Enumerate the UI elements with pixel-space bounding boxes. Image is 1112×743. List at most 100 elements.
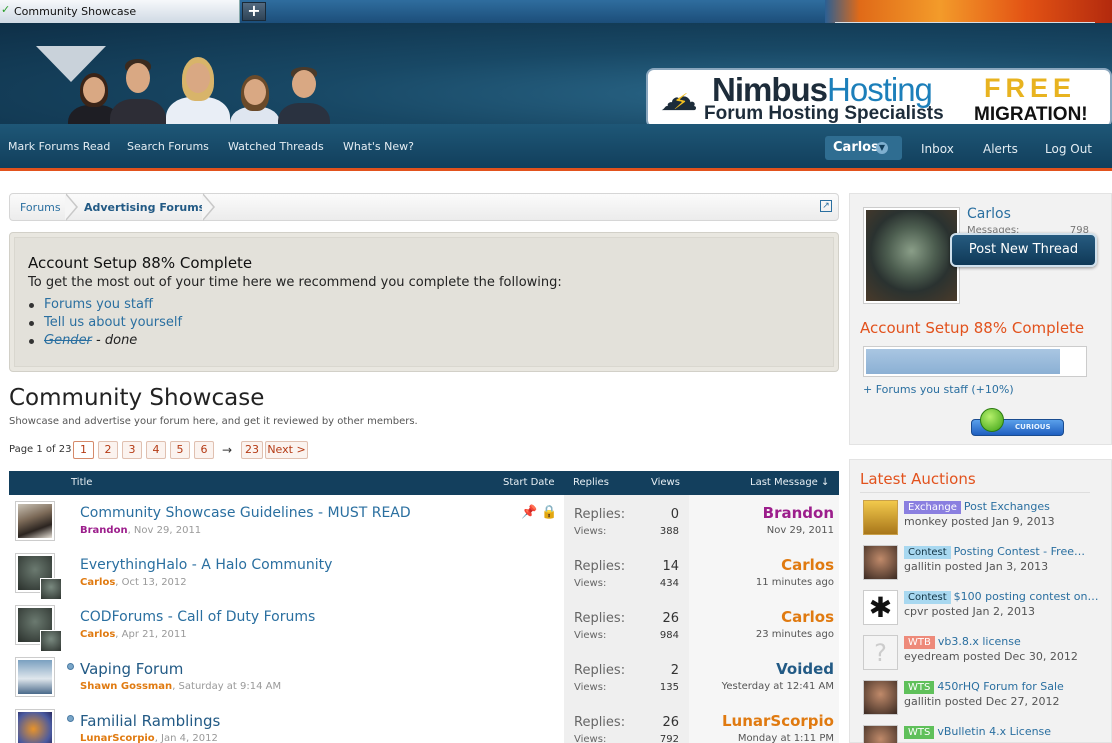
page-link-6[interactable]: 6 bbox=[194, 441, 214, 459]
thread-row: Vaping Forum Shawn Gossman, Saturday at … bbox=[9, 651, 839, 703]
page-link-4[interactable]: 4 bbox=[146, 441, 166, 459]
page-skip-arrow[interactable]: → bbox=[222, 442, 232, 458]
thread-author[interactable]: Brandon bbox=[80, 525, 128, 536]
column-title[interactable]: Title bbox=[71, 471, 92, 495]
last-message-user[interactable]: Carlos bbox=[781, 608, 834, 626]
post-new-thread-button[interactable]: Post New Thread bbox=[950, 233, 1097, 267]
page-link-3[interactable]: 3 bbox=[122, 441, 142, 459]
auction-item: ? WTB vb3.8.x license eyedream posted Dec… bbox=[850, 632, 1112, 677]
avatar[interactable] bbox=[863, 725, 898, 743]
last-message-user[interactable]: LunarScorpio bbox=[722, 712, 834, 730]
notice-link-tell-us-about-yourself[interactable]: Tell us about yourself bbox=[44, 315, 182, 330]
auction-tag: WTS bbox=[904, 681, 935, 694]
thread-title[interactable]: EverythingHalo - A Halo Community bbox=[80, 557, 332, 574]
notice-link-gender[interactable]: Gender bbox=[44, 333, 92, 348]
page-link-2[interactable]: 2 bbox=[98, 441, 118, 459]
page-link-last[interactable]: 23 bbox=[241, 441, 263, 459]
auction-user[interactable]: cpvr bbox=[904, 605, 928, 618]
thread-main-cell: EverythingHalo - A Halo Community Carlos… bbox=[9, 547, 564, 600]
auction-user[interactable]: monkey bbox=[904, 515, 948, 528]
last-message-time[interactable]: Monday at 1:11 PM bbox=[738, 733, 834, 743]
avatar[interactable] bbox=[15, 709, 55, 743]
last-message-user[interactable]: Brandon bbox=[763, 504, 834, 522]
avatar[interactable]: ✱ bbox=[863, 590, 898, 625]
avatar[interactable] bbox=[15, 605, 62, 652]
thread-author[interactable]: LunarScorpio bbox=[80, 733, 155, 743]
jump-menu-icon[interactable]: ↗ bbox=[820, 200, 832, 212]
thread-title[interactable]: Familial Ramblings bbox=[80, 713, 220, 730]
nav-inbox[interactable]: Inbox bbox=[921, 141, 954, 157]
auction-title[interactable]: $100 posting contest on… bbox=[954, 590, 1099, 603]
thread-title[interactable]: Community Showcase Guidelines - MUST REA… bbox=[80, 505, 411, 522]
visitor-username[interactable]: Carlos bbox=[967, 206, 1011, 223]
views-label: Views: bbox=[574, 630, 607, 641]
last-message-user[interactable]: Carlos bbox=[781, 556, 834, 574]
replies-count: 0 bbox=[670, 507, 679, 522]
placeholder-avatar-icon[interactable]: ? bbox=[863, 635, 898, 670]
notice-title: Account Setup 88% Complete bbox=[28, 254, 253, 272]
new-tab-button[interactable]: + bbox=[242, 2, 266, 21]
views-count: 434 bbox=[659, 578, 679, 589]
thread-title[interactable]: Vaping Forum bbox=[80, 661, 183, 678]
next-page-button[interactable]: Next > bbox=[265, 441, 308, 459]
auction-title[interactable]: vBulletin 4.x License bbox=[937, 725, 1051, 738]
last-message-time[interactable]: Nov 29, 2011 bbox=[767, 525, 834, 537]
nav-user-menu[interactable]: Carlos ▼ bbox=[825, 136, 902, 160]
chevron-down-icon: ▼ bbox=[876, 142, 888, 154]
browser-tab-title: Community Showcase bbox=[14, 5, 137, 18]
hosting-advertisement[interactable]: ☁ ⚡ NimbusHosting Forum Hosting Speciali… bbox=[646, 68, 1112, 128]
views-label: Views: bbox=[574, 682, 607, 693]
column-views[interactable]: Views bbox=[651, 471, 680, 495]
views-count: 984 bbox=[659, 630, 679, 641]
avatar[interactable] bbox=[15, 657, 55, 697]
last-message-user[interactable]: Voided bbox=[776, 660, 834, 678]
breadcrumb-advertising-forums[interactable]: Advertising Forums bbox=[84, 194, 205, 220]
auction-item: WTS vBulletin 4.x License bbox=[850, 722, 1112, 743]
mini-avatar bbox=[40, 578, 62, 600]
nav-log-out[interactable]: Log Out bbox=[1045, 141, 1092, 157]
thread-start-date: , Apr 21, 2011 bbox=[115, 629, 187, 640]
page-link-5[interactable]: 5 bbox=[170, 441, 190, 459]
nav-whats-new[interactable]: What's New? bbox=[343, 139, 414, 155]
auction-user[interactable]: gallitin bbox=[904, 695, 941, 708]
nav-alerts[interactable]: Alerts bbox=[983, 141, 1018, 157]
last-message-time[interactable]: Yesterday at 12:41 AM bbox=[722, 681, 834, 693]
nav-mark-forums-read[interactable]: Mark Forums Read bbox=[8, 139, 110, 155]
nav-watched-threads[interactable]: Watched Threads bbox=[228, 139, 324, 155]
column-replies[interactable]: Replies bbox=[573, 471, 609, 495]
unread-indicator-icon[interactable] bbox=[67, 715, 74, 722]
auction-title-line: Exchange Post Exchanges bbox=[904, 500, 1108, 514]
auction-user[interactable]: gallitin bbox=[904, 560, 941, 573]
auction-title[interactable]: Posting Contest - Free… bbox=[954, 545, 1085, 558]
column-start-date[interactable]: Start Date bbox=[503, 471, 555, 495]
unread-indicator-icon[interactable] bbox=[67, 663, 74, 670]
page-link-1[interactable]: 1 bbox=[73, 441, 94, 459]
avatar[interactable] bbox=[863, 680, 898, 715]
last-message-time[interactable]: 11 minutes ago bbox=[756, 577, 834, 589]
replies-label: Replies: bbox=[574, 663, 626, 678]
notice-link-forums-you-staff[interactable]: Forums you staff bbox=[44, 297, 153, 312]
avatar[interactable] bbox=[863, 545, 898, 580]
auction-title[interactable]: Post Exchanges bbox=[964, 500, 1050, 513]
auction-title[interactable]: vb3.8.x license bbox=[938, 635, 1021, 648]
sticky-locked-icon: 📌 🔒 bbox=[521, 505, 558, 520]
auction-user[interactable]: eyedream bbox=[904, 650, 960, 663]
nav-search-forums[interactable]: Search Forums bbox=[127, 139, 209, 155]
browser-tab[interactable]: ✓ Community Showcase bbox=[0, 0, 240, 23]
thread-author[interactable]: Carlos bbox=[80, 577, 115, 588]
auction-title[interactable]: 450rHQ Forum for Sale bbox=[937, 680, 1063, 693]
avatar[interactable] bbox=[863, 207, 960, 304]
avatar[interactable] bbox=[15, 501, 55, 541]
thread-author[interactable]: Shawn Gossman bbox=[80, 681, 172, 692]
column-last-message[interactable]: Last Message ↓ bbox=[750, 471, 829, 495]
thread-author[interactable]: Carlos bbox=[80, 629, 115, 640]
views-label: Views: bbox=[574, 578, 607, 589]
visitor-panel: Carlos Messages: 798 Post New Thread Acco… bbox=[849, 193, 1112, 445]
thread-title[interactable]: CODForums - Call of Duty Forums bbox=[80, 609, 315, 626]
last-message-time[interactable]: 23 minutes ago bbox=[756, 629, 834, 641]
avatar[interactable] bbox=[15, 553, 62, 600]
treasure-chest-icon[interactable] bbox=[863, 500, 898, 535]
setup-hint-link[interactable]: + Forums you staff (+10%) bbox=[863, 383, 1014, 397]
auction-posted: posted Dec 30, 2012 bbox=[959, 650, 1078, 663]
breadcrumb-forums[interactable]: Forums bbox=[20, 194, 61, 220]
